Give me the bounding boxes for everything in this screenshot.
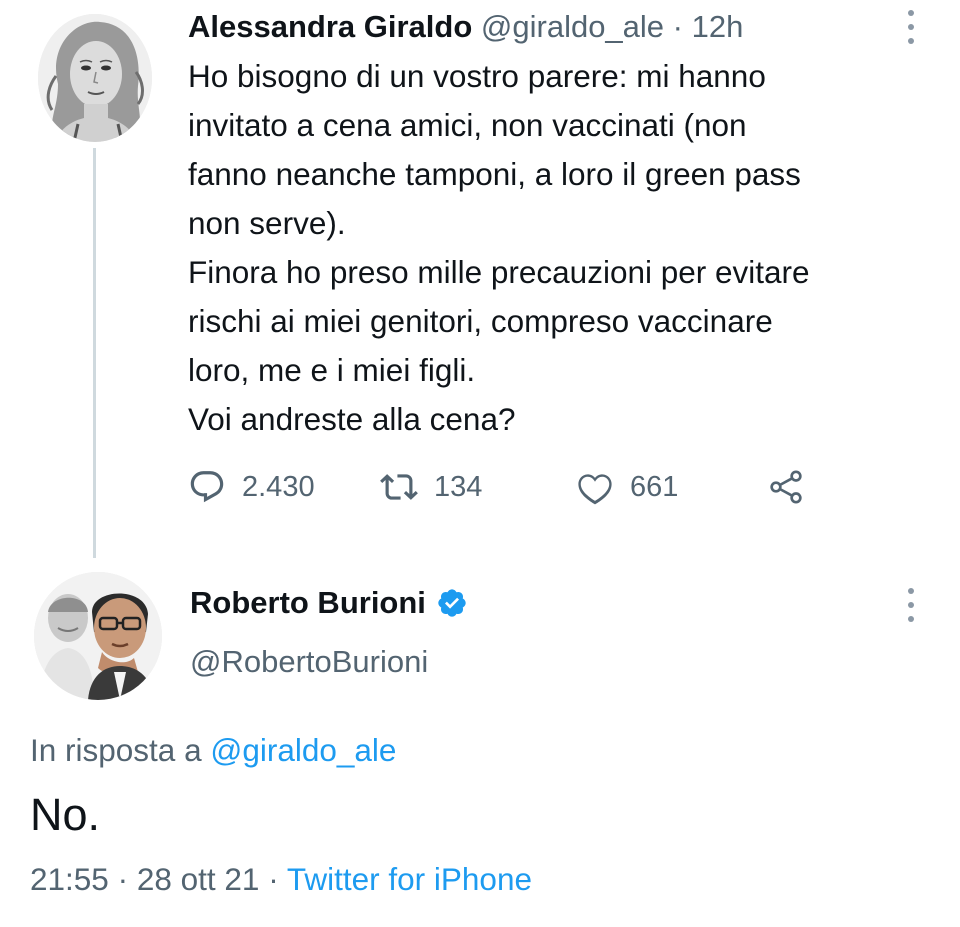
tweet1-header: Alessandra Giraldo @giraldo_ale · 12h [188, 4, 743, 50]
share-icon [770, 470, 802, 504]
like-count: 661 [630, 470, 679, 503]
retweet-icon [380, 474, 418, 500]
tweet2-metadata: 21:55 · 28 ott 21 · Twitter for iPhone [30, 856, 532, 902]
reply-to-handle-link[interactable]: @giraldo_ale [210, 732, 396, 768]
author-name[interactable]: Roberto Burioni [190, 580, 426, 626]
more-options-button[interactable] [902, 588, 920, 622]
reply-context: In risposta a @giraldo_ale [30, 727, 396, 773]
author-handle[interactable]: @RobertoBurioni [190, 640, 428, 684]
profile-photo-woman [38, 14, 152, 142]
thread-connector-line [93, 148, 96, 558]
verified-badge-icon [438, 589, 466, 617]
separator-dot: · [108, 861, 137, 897]
avatar-roberto-burioni[interactable] [34, 572, 162, 700]
tweet-source-link[interactable]: Twitter for iPhone [287, 861, 532, 897]
more-options-button[interactable] [902, 10, 920, 44]
author-handle[interactable]: @giraldo_ale [481, 9, 664, 44]
tweet-date[interactable]: 28 ott 21 [137, 861, 260, 897]
retweet-count: 134 [434, 470, 483, 503]
tweet-time[interactable]: 21:55 [30, 861, 109, 897]
more-dot [908, 602, 914, 608]
share-button[interactable] [766, 466, 806, 508]
retweet-button[interactable]: 134 [380, 466, 482, 508]
reply-count: 2.430 [242, 470, 315, 503]
reply-button[interactable]: 2.430 [188, 466, 315, 508]
avatar-alessandra-giraldo[interactable] [38, 14, 152, 142]
reply-icon [190, 471, 224, 503]
more-vertical-icon [908, 10, 914, 16]
reply-prefix: In risposta a [30, 732, 211, 768]
more-dot [908, 38, 914, 44]
more-dot [908, 24, 914, 30]
more-vertical-icon [908, 588, 914, 594]
tweet1-text: Ho bisogno di un vostro parere: mi hanno… [188, 58, 810, 437]
more-dot [908, 616, 914, 622]
like-button[interactable]: 661 [576, 466, 678, 508]
tweet2-text: No. [30, 789, 101, 840]
separator-dot: · [664, 9, 692, 44]
separator-dot: · [259, 861, 287, 897]
tweet1-action-bar: 2.430 134 661 [188, 466, 828, 508]
heart-icon [578, 474, 612, 505]
author-name[interactable]: Alessandra Giraldo [188, 9, 472, 44]
tweet2-author-row: Roberto Burioni [190, 580, 468, 626]
tweet-time[interactable]: 12h [692, 9, 744, 44]
profile-photo-man [34, 572, 162, 700]
